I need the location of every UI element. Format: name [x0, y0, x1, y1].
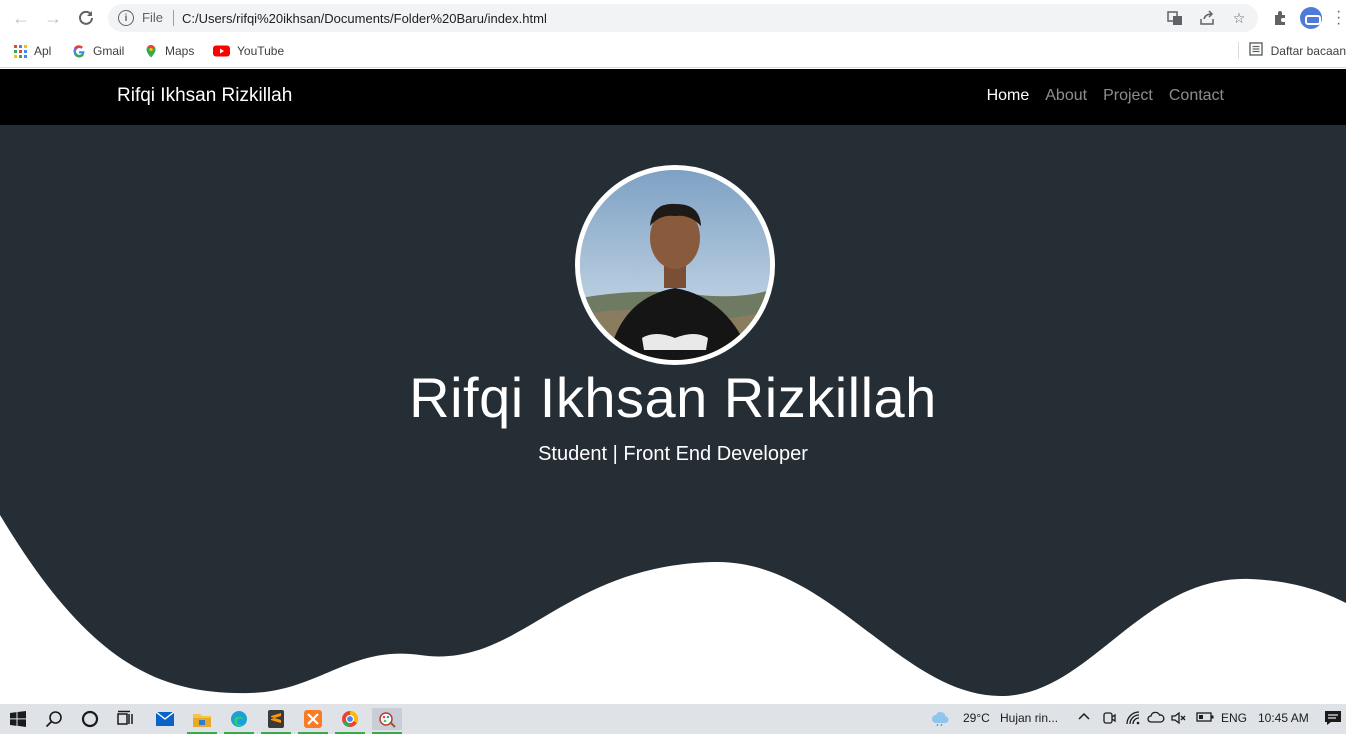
mail-icon[interactable]: [150, 708, 180, 730]
site-info-icon[interactable]: i: [118, 10, 134, 26]
nav-link-about[interactable]: About: [1045, 87, 1087, 105]
notifications-icon[interactable]: [1324, 710, 1342, 729]
extensions-puzzle-icon[interactable]: [1270, 8, 1290, 28]
nav-link-contact[interactable]: Contact: [1169, 87, 1224, 105]
reading-list-label: Daftar bacaan: [1270, 43, 1346, 58]
menu-kebab-icon[interactable]: · · ·: [1336, 4, 1341, 32]
search-icon[interactable]: [39, 708, 69, 730]
nav-link-project[interactable]: Project: [1103, 87, 1153, 105]
weather-temperature[interactable]: 29°C: [963, 711, 990, 725]
bookmarks-bar: Apl Gmail Maps YouTube Daftar bacaan: [0, 36, 1346, 68]
chevron-up-icon[interactable]: [1077, 709, 1091, 726]
address-bar[interactable]: i File C:/Users/rifqi%20ikhsan/Documents…: [108, 4, 1258, 32]
clock-time[interactable]: 10:45 AM: [1258, 711, 1309, 725]
bookmark-label: Apl: [34, 44, 52, 58]
url-text[interactable]: C:/Users/rifqi%20ikhsan/Documents/Folder…: [182, 11, 547, 26]
apps-grid-icon: [14, 44, 27, 58]
battery-icon[interactable]: [1196, 711, 1214, 726]
profile-avatar[interactable]: [1300, 7, 1322, 29]
windows-taskbar: 29°C Hujan rin... ENG 10:45 AM: [0, 704, 1346, 734]
bookmark-gmail[interactable]: Gmail: [72, 42, 124, 60]
google-icon: [72, 44, 86, 58]
weather-cloud-icon[interactable]: [930, 710, 952, 729]
hero-subtitle: Student | Front End Developer: [538, 443, 808, 465]
bookmark-youtube[interactable]: YouTube: [213, 42, 284, 60]
task-view-icon[interactable]: [110, 708, 140, 730]
meet-now-icon[interactable]: [1102, 710, 1116, 729]
hero-section: Rifqi Ikhsan Rizkillah Student | Front E…: [0, 125, 1346, 705]
sublime-text-icon[interactable]: [261, 708, 291, 734]
profile-photo: [575, 165, 775, 365]
bookmark-star-icon[interactable]: ☆: [1230, 9, 1248, 27]
edge-browser-icon[interactable]: [224, 708, 254, 734]
maps-pin-icon: [144, 44, 158, 58]
bookmark-maps[interactable]: Maps: [144, 42, 194, 60]
bookmark-label: Maps: [165, 44, 195, 58]
hero-name: Rifqi Ikhsan Rizkillah: [409, 366, 937, 429]
windows-start-icon[interactable]: [3, 708, 33, 730]
input-language[interactable]: ENG: [1221, 711, 1247, 725]
reading-list[interactable]: Daftar bacaan: [1237, 42, 1346, 59]
chrome-icon[interactable]: [335, 708, 365, 734]
cortana-icon[interactable]: [75, 708, 105, 730]
youtube-icon: [213, 44, 230, 58]
browser-toolbar: ← → i File C:/Users/rifqi%20ikhsan/Docum…: [0, 0, 1346, 36]
share-icon[interactable]: [1198, 9, 1216, 27]
site-brand[interactable]: Rifqi Ikhsan Rizkillah: [117, 85, 292, 107]
file-explorer-icon[interactable]: [187, 708, 217, 734]
weather-description[interactable]: Hujan rin...: [1000, 711, 1058, 725]
wifi-icon[interactable]: [1125, 710, 1141, 729]
volume-muted-icon[interactable]: [1171, 710, 1187, 729]
nav-link-home[interactable]: Home: [987, 87, 1030, 105]
paint-app-icon[interactable]: [372, 708, 402, 734]
site-menu: Home About Project Contact: [987, 87, 1224, 105]
reload-icon[interactable]: [74, 6, 98, 30]
back-arrow-icon[interactable]: ←: [9, 6, 33, 30]
translate-icon[interactable]: [1166, 9, 1184, 27]
forward-arrow-icon[interactable]: →: [41, 6, 65, 30]
hero-wave-divider: [0, 515, 1346, 705]
bookmark-label: YouTube: [237, 44, 285, 58]
site-navbar: Rifqi Ikhsan Rizkillah Home About Projec…: [0, 69, 1346, 125]
reading-list-icon: [1248, 42, 1263, 59]
onedrive-icon[interactable]: [1147, 710, 1165, 727]
url-scheme-label: File: [142, 10, 174, 26]
bookmark-label: Gmail: [93, 44, 125, 58]
bookmark-apps[interactable]: Apl: [14, 42, 51, 60]
xampp-icon[interactable]: [298, 708, 328, 734]
